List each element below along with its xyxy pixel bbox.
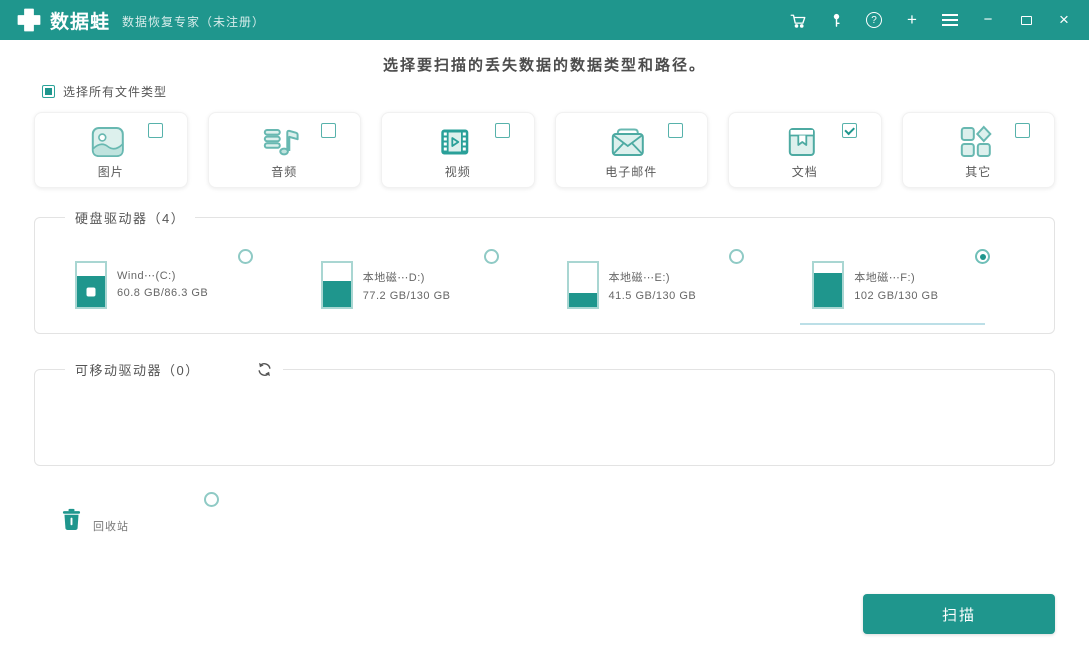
drive-name: Wind⋯(C:) [117,270,176,282]
file-type-card-email[interactable]: 电子邮件 [554,112,708,188]
menu-icon[interactable] [941,11,959,29]
select-all-file-types[interactable]: 选择所有文件类型 [42,83,1055,100]
restore-window-icon[interactable] [1017,11,1035,29]
drive-radio-c[interactable] [237,249,253,264]
refresh-icon[interactable] [256,361,273,378]
titlebar: 数据蛙 数据恢复专家（未注册） ? + − × [0,0,1089,40]
file-type-checkbox-audio[interactable] [321,123,336,138]
app-subtitle: 数据恢复专家（未注册） [122,15,266,29]
hard-drives-legend: 硬盘驱动器（4） [75,211,186,226]
minimize-icon[interactable]: − [979,11,997,29]
drive-name: 本地磁⋯F:) [854,272,916,284]
main-panel: 选择要扫描的丢失数据的数据类型和路径。 选择所有文件类型 图片 音频 视频 电子… [0,54,1089,634]
close-icon[interactable]: × [1055,11,1073,29]
titlebar-buttons: ? + − × [789,11,1073,29]
drive-usage-icon [566,261,599,309]
help-icon[interactable]: ? [865,11,883,29]
drive-capacity: 102 GB/130 GB [854,290,939,302]
page-title: 选择要扫描的丢失数据的数据类型和路径。 [382,57,706,74]
drive-list: Wind⋯(C:) 60.8 GB/86.3 GB 本地磁⋯D:) 77.2 G… [53,247,1036,325]
file-type-label: 视频 [444,165,471,179]
drive-radio-d[interactable] [483,249,499,264]
file-type-card-documents[interactable]: 文档 [728,112,882,188]
app-logo-cross-icon [16,7,42,33]
drive-item-f[interactable]: 本地磁⋯F:) 102 GB/130 GB [790,247,1036,325]
recycle-bin-radio[interactable] [204,492,219,507]
file-type-label: 电子邮件 [605,165,658,179]
select-all-checkbox[interactable] [42,85,55,98]
file-type-card-images[interactable]: 图片 [34,112,188,188]
file-type-checkbox-video[interactable] [494,123,510,138]
email-icon [608,122,648,162]
drive-usage-icon [75,261,107,309]
drive-item-e[interactable]: 本地磁⋯E:) 41.5 GB/130 GB [545,247,791,317]
file-type-checkbox-images[interactable] [147,123,163,138]
footer: 扫描 [34,594,1055,634]
file-type-card-video[interactable]: 视频 [381,112,535,188]
add-icon[interactable]: + [903,11,921,29]
recycle-bin-icon [62,508,81,536]
drive-radio-f[interactable] [975,249,990,264]
file-type-card-audio[interactable]: 音频 [207,112,361,188]
file-type-label: 其它 [965,165,992,179]
removable-drives-section: 可移动驱动器（0） [34,360,1055,466]
drive-item-d[interactable]: 本地磁⋯D:) 77.2 GB/130 GB [299,247,545,317]
scan-button[interactable]: 扫描 [863,594,1055,634]
hard-drives-section: 硬盘驱动器（4） Wind⋯(C:) 60.8 GB/86.3 GB 本地磁⋯D… [34,208,1055,334]
file-type-cards: 图片 音频 视频 电子邮件 文档 其它 [34,112,1055,188]
drive-usage-icon [812,261,845,309]
file-type-checkbox-other[interactable] [1015,123,1030,138]
drive-capacity: 41.5 GB/130 GB [608,290,697,302]
windows-logo-icon [86,287,96,297]
image-icon [88,122,128,162]
file-type-card-other[interactable]: 其它 [901,112,1055,188]
drive-capacity: 77.2 GB/130 GB [362,290,451,302]
removable-drives-legend: 可移动驱动器（0） [75,363,200,378]
app-name: 数据蛙 [50,11,111,33]
file-type-checkbox-email[interactable] [668,123,683,138]
select-all-label: 选择所有文件类型 [63,85,168,99]
other-icon [955,122,995,162]
document-icon [782,122,822,162]
drive-name: 本地磁⋯E:) [608,272,671,284]
register-key-icon[interactable] [827,11,845,29]
recycle-bin-item[interactable]: 回收站 [62,492,302,548]
file-type-label: 音频 [271,165,298,179]
cart-icon[interactable] [789,11,807,29]
drive-capacity: 60.8 GB/86.3 GB [117,287,209,299]
file-type-label: 文档 [791,165,818,179]
drive-item-c[interactable]: Wind⋯(C:) 60.8 GB/86.3 GB [53,247,299,317]
audio-icon [261,122,301,162]
video-icon [435,122,475,162]
file-type-label: 图片 [97,165,124,179]
drive-name: 本地磁⋯D:) [362,272,425,284]
file-type-checkbox-documents[interactable] [841,123,857,138]
recycle-bin-label: 回收站 [93,521,129,533]
drive-radio-e[interactable] [729,249,745,264]
drive-usage-icon [320,261,353,309]
